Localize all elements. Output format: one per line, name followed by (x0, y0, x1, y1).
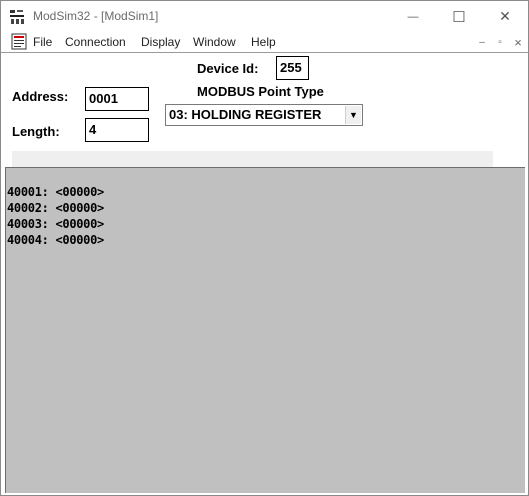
maximize-icon: ☐ (452, 8, 466, 26)
length-label: Length: (12, 124, 60, 139)
device-id-label: Device Id: (197, 61, 259, 76)
modsim-window: ModSim32 - [ModSim1] — ☐ ✕ File Connecti… (0, 0, 529, 496)
dropdown-arrow-icon[interactable]: ▼ (345, 106, 361, 124)
minimize-button[interactable]: — (390, 1, 436, 32)
close-icon: ✕ (499, 8, 511, 24)
close-button[interactable]: ✕ (482, 1, 528, 32)
child-restore-button[interactable]: ▫ (493, 36, 507, 48)
maximize-button[interactable]: ☐ (436, 1, 482, 32)
point-type-selected: 03: HOLDING REGISTER (169, 107, 322, 122)
menu-bar: File Connection Display Window Help – ▫ … (1, 32, 528, 52)
menu-window[interactable]: Window (193, 35, 236, 49)
address-label: Address: (12, 89, 69, 104)
register-row-40002[interactable]: 40002: <00000> (7, 201, 104, 215)
device-id-input[interactable]: 255 (276, 56, 309, 80)
status-strip (12, 151, 493, 167)
menu-separator (1, 52, 528, 53)
child-close-button[interactable]: × (511, 34, 525, 50)
register-row-40004[interactable]: 40004: <00000> (7, 233, 104, 247)
menu-connection[interactable]: Connection (65, 35, 126, 49)
window-title: ModSim32 - [ModSim1] (33, 9, 159, 23)
register-row-40001[interactable]: 40001: <00000> (7, 185, 104, 199)
minimize-icon: — (407, 10, 419, 23)
point-type-label: MODBUS Point Type (197, 84, 324, 99)
register-display[interactable]: 40001: <00000> 40002: <00000> 40003: <00… (5, 167, 525, 493)
menu-display[interactable]: Display (141, 35, 180, 49)
child-minimize-icon: – (479, 36, 485, 48)
point-type-select[interactable]: 03: HOLDING REGISTER ▼ (165, 104, 363, 126)
address-input[interactable]: 0001 (85, 87, 149, 111)
menu-help[interactable]: Help (251, 35, 276, 49)
child-close-icon: × (514, 34, 522, 50)
title-bar[interactable]: ModSim32 - [ModSim1] — ☐ ✕ (1, 1, 528, 32)
child-minimize-button[interactable]: – (475, 36, 489, 48)
menu-file[interactable]: File (33, 35, 52, 49)
register-row-40003[interactable]: 40003: <00000> (7, 217, 104, 231)
length-input[interactable]: 4 (85, 118, 149, 142)
modsim-app-icon[interactable] (9, 9, 25, 25)
document-icon[interactable] (11, 33, 27, 50)
child-restore-icon: ▫ (498, 36, 502, 48)
